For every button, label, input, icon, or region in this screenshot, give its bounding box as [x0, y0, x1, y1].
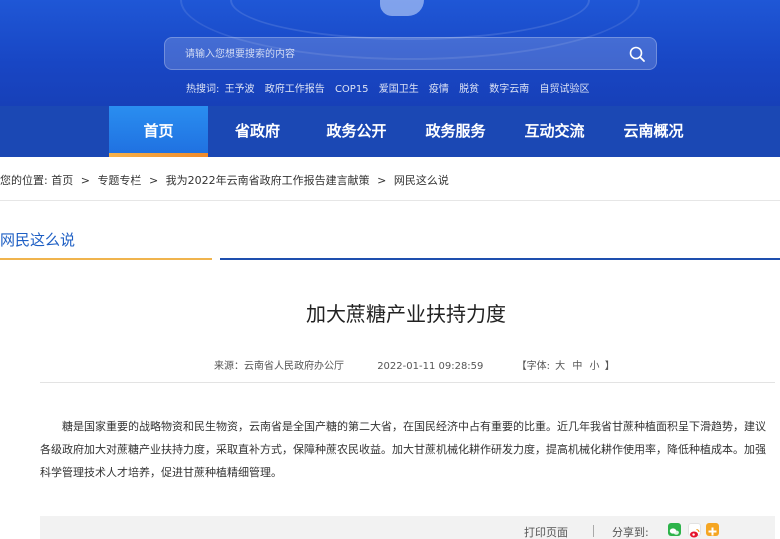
hot-search-term[interactable]: COP15	[335, 84, 369, 95]
nav-item-yunnan-overview[interactable]: 云南概况	[604, 106, 703, 157]
hot-search-term[interactable]: 政府工作报告	[265, 84, 325, 95]
share-label: 分享到:	[612, 526, 649, 539]
font-size-small[interactable]: 小	[590, 361, 600, 372]
article-meta: 来源：云南省人民政府办公厅 2022-01-11 09:28:59 【字体: 大…	[214, 357, 615, 372]
hot-search-term[interactable]: 王予波	[225, 84, 255, 95]
more-share-icon[interactable]	[706, 523, 719, 536]
search-input[interactable]	[185, 44, 605, 64]
breadcrumb-separator: >	[80, 174, 90, 187]
hot-search-label: 热搜词:	[186, 84, 220, 95]
breadcrumb-link-netizens[interactable]: 网民这么说	[394, 174, 449, 187]
font-size-label: 【字体:	[516, 361, 550, 372]
article-date: 2022-01-11 09:28:59	[377, 361, 484, 372]
article-body: 糖是国家重要的战略物资和民生物资，云南省是全国产糖的第二大省，在国民经济中占有重…	[40, 420, 766, 479]
search-button[interactable]	[626, 43, 648, 65]
hot-search-term[interactable]: 脱贫	[459, 84, 479, 95]
main-nav: 首页 省政府 政务公开 政务服务 互动交流 云南概况	[0, 106, 780, 157]
article-title: 加大蔗糖产业扶持力度	[306, 302, 506, 326]
breadcrumb-link-suggestions[interactable]: 我为2022年云南省政府工作报告建言献策	[166, 174, 370, 187]
section-underline	[220, 258, 780, 260]
breadcrumb-prefix: 您的位置:	[0, 174, 48, 187]
hot-search-term[interactable]: 疫情	[429, 84, 449, 95]
hot-search-bar: 热搜词: 王予波 政府工作报告 COP15 爱国卫生 疫情 脱贫 数字云南 自贸…	[186, 80, 596, 95]
font-size-medium[interactable]: 中	[572, 361, 582, 372]
section-underline-accent	[0, 258, 212, 260]
weibo-icon[interactable]	[688, 523, 701, 538]
breadcrumb: 您的位置: 首页 > 专题专栏 > 我为2022年云南省政府工作报告建言献策 >…	[0, 172, 449, 190]
breadcrumb-separator: >	[377, 174, 387, 187]
font-size-large[interactable]: 大	[555, 361, 565, 372]
weibo-icon	[690, 529, 700, 538]
wechat-icon	[669, 528, 679, 535]
nav-item-provincial-government[interactable]: 省政府	[208, 106, 307, 157]
divider	[593, 525, 594, 537]
section-title: 网民这么说	[0, 231, 76, 249]
divider	[40, 382, 775, 383]
search-box	[164, 37, 657, 70]
article-source: 来源：云南省人民政府办公厅	[214, 361, 344, 372]
font-size-label-close: 】	[604, 361, 615, 372]
breadcrumb-separator: >	[148, 174, 159, 187]
hot-search-term[interactable]: 爱国卫生	[379, 84, 419, 95]
nav-item-interaction[interactable]: 互动交流	[505, 106, 604, 157]
divider	[0, 200, 780, 201]
hot-search-term[interactable]: 自贸试验区	[539, 84, 589, 95]
share-bar: 打印页面 分享到:	[40, 516, 775, 539]
wechat-icon[interactable]	[668, 523, 681, 536]
search-icon	[629, 46, 645, 62]
nav-item-home[interactable]: 首页	[109, 106, 208, 157]
hot-search-term[interactable]: 数字云南	[489, 84, 529, 95]
plus-icon	[708, 527, 717, 536]
breadcrumb-link-home[interactable]: 首页	[51, 174, 73, 187]
site-header: 热搜词: 王予波 政府工作报告 COP15 爱国卫生 疫情 脱贫 数字云南 自贸…	[0, 0, 780, 106]
nav-item-government-affairs[interactable]: 政务公开	[307, 106, 406, 157]
font-size-control: 【字体: 大 中 小 】	[517, 361, 615, 372]
nav-item-government-services[interactable]: 政务服务	[406, 106, 505, 157]
breadcrumb-link-special[interactable]: 专题专栏	[97, 174, 141, 187]
print-button[interactable]: 打印页面	[524, 524, 568, 539]
